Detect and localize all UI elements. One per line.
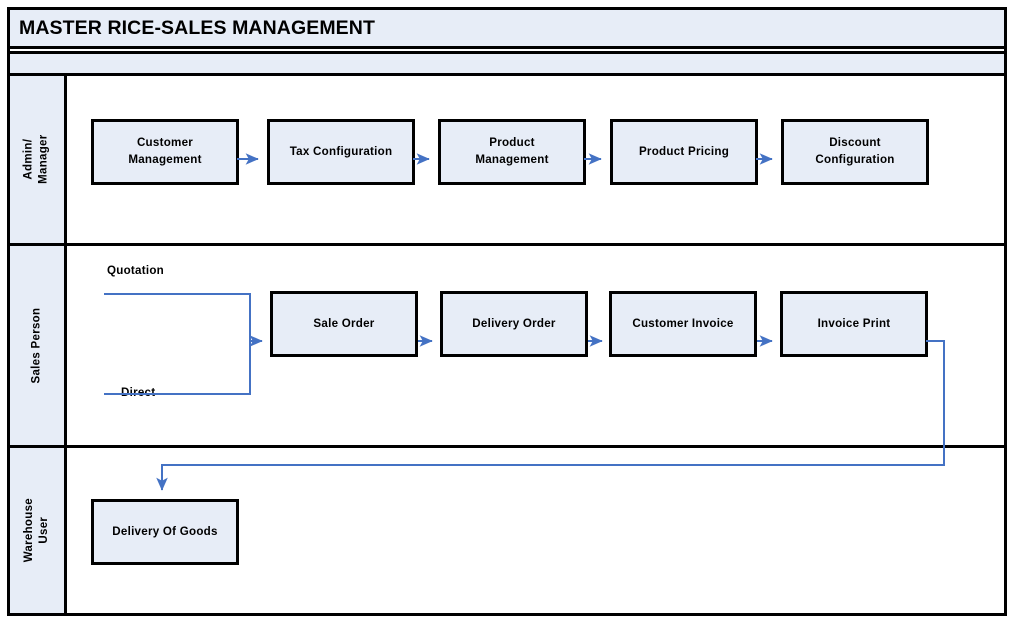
flow-label-direct: Direct xyxy=(121,386,156,399)
node-customer-invoice[interactable]: Customer Invoice xyxy=(609,291,757,357)
node-product-pricing[interactable]: Product Pricing xyxy=(610,119,758,185)
node-product-management[interactable]: Product Management xyxy=(438,119,586,185)
node-tax-configuration[interactable]: Tax Configuration xyxy=(267,119,415,185)
swimlane-sales-person: Sales Person Quotation Direct Sale Order… xyxy=(10,246,1004,448)
diagram-title-bar: MASTER RICE-SALES MANAGEMENT xyxy=(7,7,1007,49)
node-label-delivery-order: Delivery Order xyxy=(472,316,556,330)
node-label-sale-order: Sale Order xyxy=(313,316,375,330)
node-label-tax-configuration: Tax Configuration xyxy=(289,144,393,158)
node-delivery-of-goods[interactable]: Delivery Of Goods xyxy=(91,499,239,565)
lane-header-warehouse-user: Warehouse User xyxy=(10,448,67,613)
node-sale-order[interactable]: Sale Order xyxy=(270,291,418,357)
lane-label-warehouse-user: Warehouse User xyxy=(22,498,51,563)
node-delivery-order[interactable]: Delivery Order xyxy=(440,291,588,357)
node-label-invoice-print: Invoice Print xyxy=(817,316,891,330)
lane-body-warehouse-user: Delivery Of Goods xyxy=(67,448,1004,613)
lane-header-admin-manager: Admin/ Manager xyxy=(10,76,67,243)
node-label-customer-invoice: Customer Invoice xyxy=(632,316,734,330)
node-label-product-pricing: Product Pricing xyxy=(638,144,730,158)
node-label-discount-configuration: Discount Configuration xyxy=(815,136,895,166)
lane-body-admin-manager: Customer Management Tax Configuration Pr… xyxy=(67,76,1004,243)
swimlane-container: Admin/ Manager Customer Management Tax C… xyxy=(7,76,1007,616)
swimlane-warehouse-user: Warehouse User Delivery Of Goods xyxy=(10,448,1004,613)
node-label-product-management: Product Management xyxy=(475,136,549,166)
page-title: MASTER RICE-SALES MANAGEMENT xyxy=(19,16,375,39)
lane-body-sales-person: Quotation Direct Sale Order Delivery Ord… xyxy=(67,246,1004,445)
swimlane-admin-manager: Admin/ Manager Customer Management Tax C… xyxy=(10,76,1004,246)
diagram-subheader-band xyxy=(7,51,1007,76)
node-invoice-print[interactable]: Invoice Print xyxy=(780,291,928,357)
lane-label-admin-manager: Admin/ Manager xyxy=(22,134,50,185)
node-discount-configuration[interactable]: Discount Configuration xyxy=(781,119,929,185)
lane-header-sales-person: Sales Person xyxy=(10,246,67,445)
node-label-delivery-of-goods: Delivery Of Goods xyxy=(112,524,218,538)
lane-label-sales-person: Sales Person xyxy=(30,307,43,384)
swimlane-diagram: MASTER RICE-SALES MANAGEMENT Admin/ Mana… xyxy=(0,0,1011,621)
flow-label-quotation: Quotation xyxy=(107,264,164,277)
node-customer-management[interactable]: Customer Management xyxy=(91,119,239,185)
node-label-customer-management: Customer Management xyxy=(128,136,202,166)
